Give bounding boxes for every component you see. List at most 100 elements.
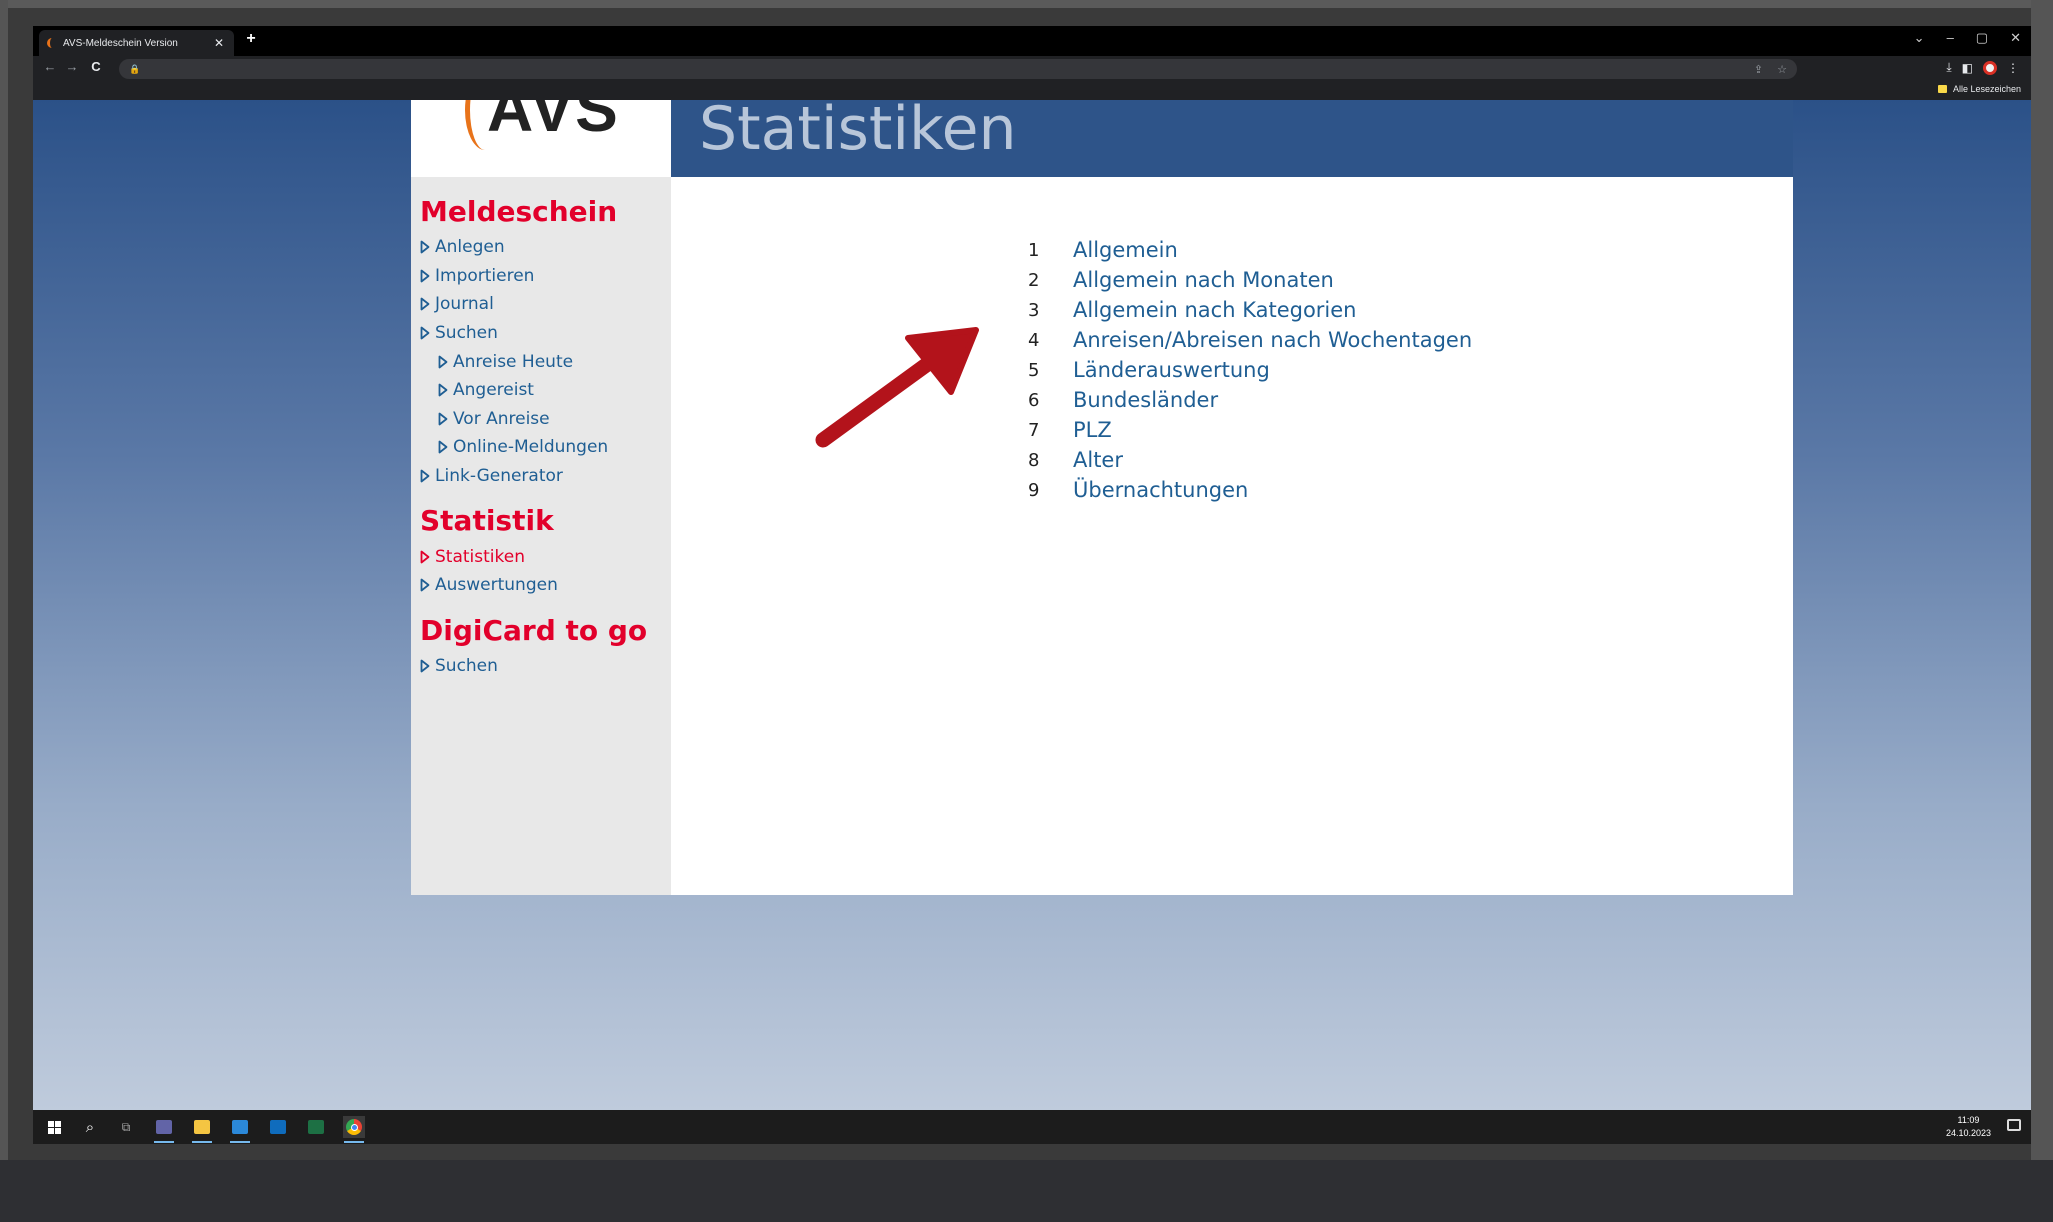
sidebar-heading: DigiCard to go bbox=[420, 613, 648, 647]
sidebar-link-label: Vor Anreise bbox=[453, 408, 550, 429]
sidebar-link-suchen[interactable]: Suchen bbox=[420, 652, 671, 681]
lock-icon[interactable]: 🔒 bbox=[129, 64, 140, 75]
logo-text: AVS bbox=[487, 100, 620, 145]
statistic-number: 4 bbox=[1028, 329, 1040, 351]
close-tab-icon[interactable]: ✕ bbox=[212, 36, 226, 50]
sidebar-link-label: Importieren bbox=[435, 265, 535, 286]
statistic-number: 5 bbox=[1028, 359, 1040, 381]
triangle-right-icon bbox=[438, 383, 448, 397]
statistic-number: 9 bbox=[1028, 479, 1040, 501]
sidebar-link-label: Suchen bbox=[435, 655, 498, 676]
triangle-right-icon bbox=[420, 578, 430, 592]
forward-icon[interactable]: → bbox=[63, 59, 81, 74]
page-title: Statistiken bbox=[699, 100, 1017, 164]
sidebar-link-anlegen[interactable]: Anlegen bbox=[420, 233, 671, 262]
triangle-right-icon bbox=[438, 440, 448, 454]
page-viewport: AVS Statistiken Meldeschein Anlegen Import… bbox=[33, 100, 2031, 1110]
screen: AVS-Meldeschein Version ✕ + ⌄ – ▢ ✕ ← → … bbox=[33, 26, 2031, 1154]
menu-icon[interactable]: ⋮ bbox=[2007, 61, 2019, 75]
triangle-right-icon bbox=[420, 469, 430, 483]
all-bookmarks-label: Alle Lesezeichen bbox=[1952, 84, 2021, 94]
sidebar-link-suchen[interactable]: Suchen bbox=[420, 319, 671, 348]
excel-icon[interactable] bbox=[305, 1116, 327, 1138]
page-header: Statistiken bbox=[671, 100, 1793, 177]
sidebar-link-anreise-heute[interactable]: Anreise Heute bbox=[420, 347, 671, 376]
taskbar-clock[interactable]: 11:09 24.10.2023 bbox=[1946, 1114, 1991, 1140]
sidebar-link-online-meldungen[interactable]: Online-Meldungen bbox=[420, 433, 671, 462]
monitor-bezel-left bbox=[0, 0, 8, 1160]
minimize-icon[interactable]: – bbox=[1947, 30, 1954, 46]
statistic-link[interactable]: Allgemein bbox=[1073, 238, 1178, 262]
address-bar[interactable]: 🔒 ⇪ ☆ bbox=[119, 59, 1797, 79]
sidebar-link-link-generator[interactable]: Link-Generator bbox=[420, 462, 671, 491]
sidebar-link-statistiken[interactable]: Statistiken bbox=[420, 542, 671, 571]
statistics-list-item: 2 Allgemein nach Monaten bbox=[1028, 265, 1472, 295]
statistics-list: 1 Allgemein 2 Allgemein nach Monaten 3 Allgem… bbox=[1028, 235, 1472, 505]
outlook-icon[interactable] bbox=[267, 1116, 289, 1138]
statistic-link[interactable]: Anreisen/Abreisen nach Wochentagen bbox=[1073, 328, 1472, 352]
sidebar-link-angereist[interactable]: Angereist bbox=[420, 376, 671, 405]
sidebar-link-journal[interactable]: Journal bbox=[420, 290, 671, 319]
statistics-list-item: 8 Alter bbox=[1028, 445, 1472, 475]
sidebar-link-label: Anlegen bbox=[435, 237, 505, 258]
close-window-icon[interactable]: ✕ bbox=[2010, 30, 2021, 46]
red-annotation-arrow-icon bbox=[815, 327, 979, 448]
search-icon[interactable]: ⌕ bbox=[79, 1116, 101, 1138]
statistics-list-item: 3 Allgemein nach Kategorien bbox=[1028, 295, 1472, 325]
sidebar-link-vor-anreise[interactable]: Vor Anreise bbox=[420, 405, 671, 434]
statistic-link[interactable]: Allgemein nach Monaten bbox=[1073, 268, 1334, 292]
triangle-right-icon bbox=[420, 269, 430, 283]
statistic-link[interactable]: Allgemein nach Kategorien bbox=[1073, 298, 1357, 322]
statistics-list-item: 6 Bundesländer bbox=[1028, 385, 1472, 415]
sidebar-link-label: Anreise Heute bbox=[453, 351, 574, 372]
remote-desktop-icon[interactable] bbox=[229, 1116, 251, 1143]
monitor-bezel-top bbox=[0, 0, 2053, 8]
clock-time: 11:09 bbox=[1957, 1115, 1980, 1125]
avs-favicon-icon bbox=[47, 38, 57, 48]
statistic-link[interactable]: Bundesländer bbox=[1073, 388, 1218, 412]
side-panel-icon[interactable]: ◧ bbox=[1962, 61, 1973, 75]
notification-icon[interactable] bbox=[2007, 1119, 2021, 1131]
sidebar-link-label: Auswertungen bbox=[435, 575, 558, 596]
statistic-number: 8 bbox=[1028, 449, 1040, 471]
sidebar-link-importieren[interactable]: Importieren bbox=[420, 262, 671, 291]
statistic-link[interactable]: Länderauswertung bbox=[1073, 358, 1270, 382]
file-explorer-icon[interactable] bbox=[191, 1116, 213, 1143]
statistic-link[interactable]: Alter bbox=[1073, 448, 1123, 472]
bookmark-star-icon[interactable]: ☆ bbox=[1777, 63, 1787, 76]
statistics-list-item: 9 Übernachtungen bbox=[1028, 475, 1472, 505]
reload-icon[interactable]: C bbox=[87, 59, 105, 74]
browser-tabstrip: AVS-Meldeschein Version ✕ + ⌄ – ▢ ✕ bbox=[33, 26, 2031, 56]
statistics-list-item: 7 PLZ bbox=[1028, 415, 1472, 445]
all-bookmarks[interactable]: Alle Lesezeichen bbox=[1937, 84, 2021, 94]
profile-avatar[interactable] bbox=[1983, 60, 1997, 75]
statistic-link[interactable]: Übernachtungen bbox=[1073, 478, 1248, 502]
download-icon[interactable]: ⤓ bbox=[1946, 60, 1951, 75]
statistic-number: 1 bbox=[1028, 239, 1040, 261]
avs-logo[interactable]: AVS bbox=[411, 100, 671, 177]
browser-tools: ⤓ ◧ ⋮ bbox=[1946, 60, 2019, 75]
sidebar: Meldeschein Anlegen Importieren Journal Such… bbox=[411, 177, 671, 895]
browser-toolbar: ← → C 🔒 ⇪ ☆ ⤓ ◧ ⋮ bbox=[33, 56, 2031, 82]
statistics-list-item: 5 Länderauswertung bbox=[1028, 355, 1472, 385]
main-content: 1 Allgemein 2 Allgemein nach Monaten 3 Allgem… bbox=[671, 177, 1793, 895]
statistic-number: 2 bbox=[1028, 269, 1040, 291]
share-icon[interactable]: ⇪ bbox=[1754, 63, 1763, 76]
back-icon[interactable]: ← bbox=[41, 59, 59, 74]
task-view-icon[interactable]: ⧉ bbox=[115, 1116, 137, 1138]
new-tab-button[interactable]: + bbox=[240, 30, 262, 48]
tab-search-icon[interactable]: ⌄ bbox=[1914, 30, 1925, 46]
bookmarks-bar: Alle Lesezeichen bbox=[33, 82, 2031, 100]
omnibox-actions: ⇪ ☆ bbox=[1754, 63, 1787, 76]
sidebar-link-auswertungen[interactable]: Auswertungen bbox=[420, 571, 671, 600]
browser-tab[interactable]: AVS-Meldeschein Version ✕ bbox=[39, 30, 234, 56]
statistics-list-item: 1 Allgemein bbox=[1028, 235, 1472, 265]
monitor-bezel-right bbox=[2031, 0, 2053, 1160]
windows-start-icon[interactable] bbox=[43, 1116, 65, 1138]
chrome-icon[interactable] bbox=[343, 1116, 365, 1143]
restore-icon[interactable]: ▢ bbox=[1976, 30, 1988, 46]
statistic-number: 3 bbox=[1028, 299, 1040, 321]
statistic-link[interactable]: PLZ bbox=[1073, 418, 1112, 442]
sidebar-link-label: Statistiken bbox=[435, 546, 525, 567]
teams-icon[interactable] bbox=[153, 1116, 175, 1143]
